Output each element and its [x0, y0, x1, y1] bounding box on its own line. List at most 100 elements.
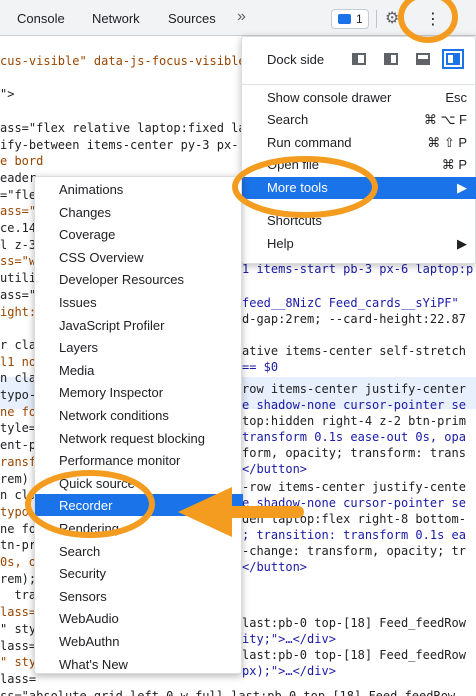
code-line: l1 no — [0, 354, 37, 369]
more-tools-item-label: Performance monitor — [59, 453, 181, 469]
code-line: n cla — [0, 371, 37, 386]
code-line-right: form, opacity; transform: trans — [242, 446, 466, 460]
code-line: l z-3 — [0, 237, 37, 252]
more-tools-item-animations[interactable]: Animations — [35, 178, 243, 200]
more-tools-item-javascript-profiler[interactable]: JavaScript Profiler — [35, 314, 243, 336]
more-tools-item-label: Developer Resources — [59, 272, 185, 288]
code-line: n cla — [0, 488, 37, 503]
code-line: r cla — [0, 337, 37, 352]
code-line-right: px);">…</div> — [242, 664, 336, 678]
code-line: ent-p — [0, 438, 37, 453]
code-line-right: ; transition: transform 0.1s ea — [242, 528, 466, 542]
gear-icon[interactable]: ⚙ — [385, 8, 399, 28]
menu-item-shortcuts[interactable]: Shortcuts — [242, 210, 476, 232]
more-tools-item-label: Animations — [59, 182, 124, 197]
code-line-right: ative items-center self-stretch — [242, 344, 466, 358]
more-tools-item-label: Issues — [59, 295, 97, 310]
more-tabs-icon[interactable]: » — [237, 8, 246, 26]
dock-right-icon[interactable] — [442, 49, 464, 69]
code-line-right: e shadow-none cursor-pointer se — [242, 496, 466, 510]
menu-item-help[interactable]: Help ▶ — [242, 233, 476, 255]
code-line: ss="absolute grid left-0 w-full last:pb-… — [0, 688, 456, 696]
more-tools-item-recorder[interactable]: Recorder — [35, 494, 243, 517]
more-tools-item-label: Memory Inspector — [59, 385, 164, 401]
more-tools-item-media[interactable]: Media — [35, 359, 243, 381]
more-tools-item-webauthn[interactable]: WebAuthn — [35, 630, 243, 652]
more-tools-item-css-overview[interactable]: CSS Overview — [35, 246, 243, 268]
menu-item-search[interactable]: Search ⌘ ⌥ F — [242, 109, 476, 131]
code-line: ne fo — [0, 521, 37, 536]
issues-button[interactable]: 1 — [331, 9, 369, 29]
kebab-menu-icon[interactable]: ⋮ — [425, 9, 441, 29]
more-tools-item-label: Quick source — [59, 475, 135, 491]
code-line-right: -row items-center justify-cente — [242, 480, 466, 494]
menu-item-open-file[interactable]: Open file ⌘ P — [242, 154, 476, 176]
menu-item-run-command[interactable]: Run command ⌘ ⇧ P — [242, 132, 476, 154]
code-line: ss="w — [0, 254, 37, 269]
dock-undock-icon[interactable] — [352, 53, 366, 65]
code-line-right: d-gap:2rem; --card-height:22.87 — [242, 312, 466, 326]
more-tools-item-rendering[interactable]: Rendering — [35, 517, 243, 539]
code-line: ass="flex relative laptop:fixed lap — [0, 120, 253, 135]
more-tools-item-label: Changes — [59, 204, 112, 220]
more-tools-item-webaudio[interactable]: WebAudio — [35, 607, 243, 629]
tab-network[interactable]: Network — [92, 11, 140, 26]
tab-console[interactable]: Console — [17, 11, 65, 26]
dock-left-icon[interactable] — [384, 53, 398, 65]
chevron-right-icon: ▶ — [457, 236, 467, 251]
more-tools-item-label: Coverage — [59, 227, 116, 243]
code-line-right: den laptop:flex right-8 bottom- — [242, 512, 466, 526]
toolbar-divider — [376, 10, 377, 28]
tab-sources[interactable]: Sources — [168, 11, 216, 26]
code-line: lass= — [0, 671, 37, 686]
code-line-right: </button> — [242, 462, 308, 476]
code-line-right: top:hidden right-4 z-2 btn-prim — [242, 414, 466, 428]
menu-item-show-console-drawer[interactable]: Show console drawer Esc — [242, 87, 476, 109]
more-tools-item-issues[interactable]: Issues — [35, 291, 243, 313]
dock-bottom-icon[interactable] — [416, 53, 430, 65]
menu-separator — [242, 84, 476, 85]
code-line-right: 1 items-start pb-3 px-6 laptop:p — [242, 262, 474, 276]
code-line: typo- — [0, 504, 37, 519]
more-tools-item-sensors[interactable]: Sensors — [35, 585, 243, 607]
code-line-right: e shadow-none cursor-pointer se — [242, 398, 466, 412]
code-line: ="fle — [0, 187, 37, 202]
code-line: utili — [0, 271, 37, 286]
message-icon — [338, 14, 351, 24]
more-tools-submenu: Animations Changes Coverage CSS Overview Dev… — [34, 176, 243, 675]
more-tools-item-label: Recorder — [59, 498, 113, 514]
more-tools-item-label: Rendering — [59, 521, 119, 536]
code-line: rem); — [0, 571, 37, 586]
more-tools-item-label: What's New — [59, 656, 128, 672]
code-line-right: -change: transform, opacity; tr — [242, 544, 466, 558]
more-tools-item-security[interactable]: Security — [35, 562, 243, 584]
more-tools-item-network-conditions[interactable]: Network conditions — [35, 404, 243, 426]
code-line-right: ity;">…</div> — [242, 632, 336, 646]
code-line-right: feed__8NizC Feed_cards__sYiPF" — [242, 296, 459, 310]
more-tools-item-changes[interactable]: Changes — [35, 201, 243, 223]
menu-item-more-tools[interactable]: More tools ▶ — [242, 177, 476, 199]
more-tools-item-performance-monitor[interactable]: Performance monitor — [35, 449, 243, 471]
code-line: eader — [0, 170, 37, 185]
more-tools-item-coverage[interactable]: Coverage — [35, 223, 243, 245]
code-line-right: row items-center justify-center — [242, 382, 466, 396]
more-tools-item-search[interactable]: Search — [35, 540, 243, 562]
code-line: " sty — [0, 621, 37, 636]
more-tools-item-quick-source[interactable]: Quick source — [35, 472, 243, 494]
code-line: 0s, o — [0, 555, 37, 569]
code-line: lass= — [0, 638, 37, 653]
code-line: lass= — [0, 605, 37, 620]
chevron-right-icon: ▶ — [457, 180, 467, 195]
more-tools-item-what-s-new[interactable]: What's New — [35, 653, 243, 675]
more-tools-item-label: Security — [59, 566, 106, 582]
more-tools-item-layers[interactable]: Layers — [35, 336, 243, 358]
code-line: typo- — [0, 388, 37, 402]
more-tools-item-network-request-blocking[interactable]: Network request blocking — [35, 427, 243, 449]
more-tools-item-memory-inspector[interactable]: Memory Inspector — [35, 381, 243, 403]
more-tools-item-label: Network conditions — [59, 408, 169, 423]
more-tools-item-label: WebAudio — [59, 611, 119, 627]
more-tools-item-developer-resources[interactable]: Developer Resources — [35, 268, 243, 290]
code-line: cus-visible" data-js-focus-visible — [0, 54, 246, 68]
dock-side-label: Dock side — [267, 52, 325, 67]
more-tools-item-label: Media — [59, 362, 95, 378]
